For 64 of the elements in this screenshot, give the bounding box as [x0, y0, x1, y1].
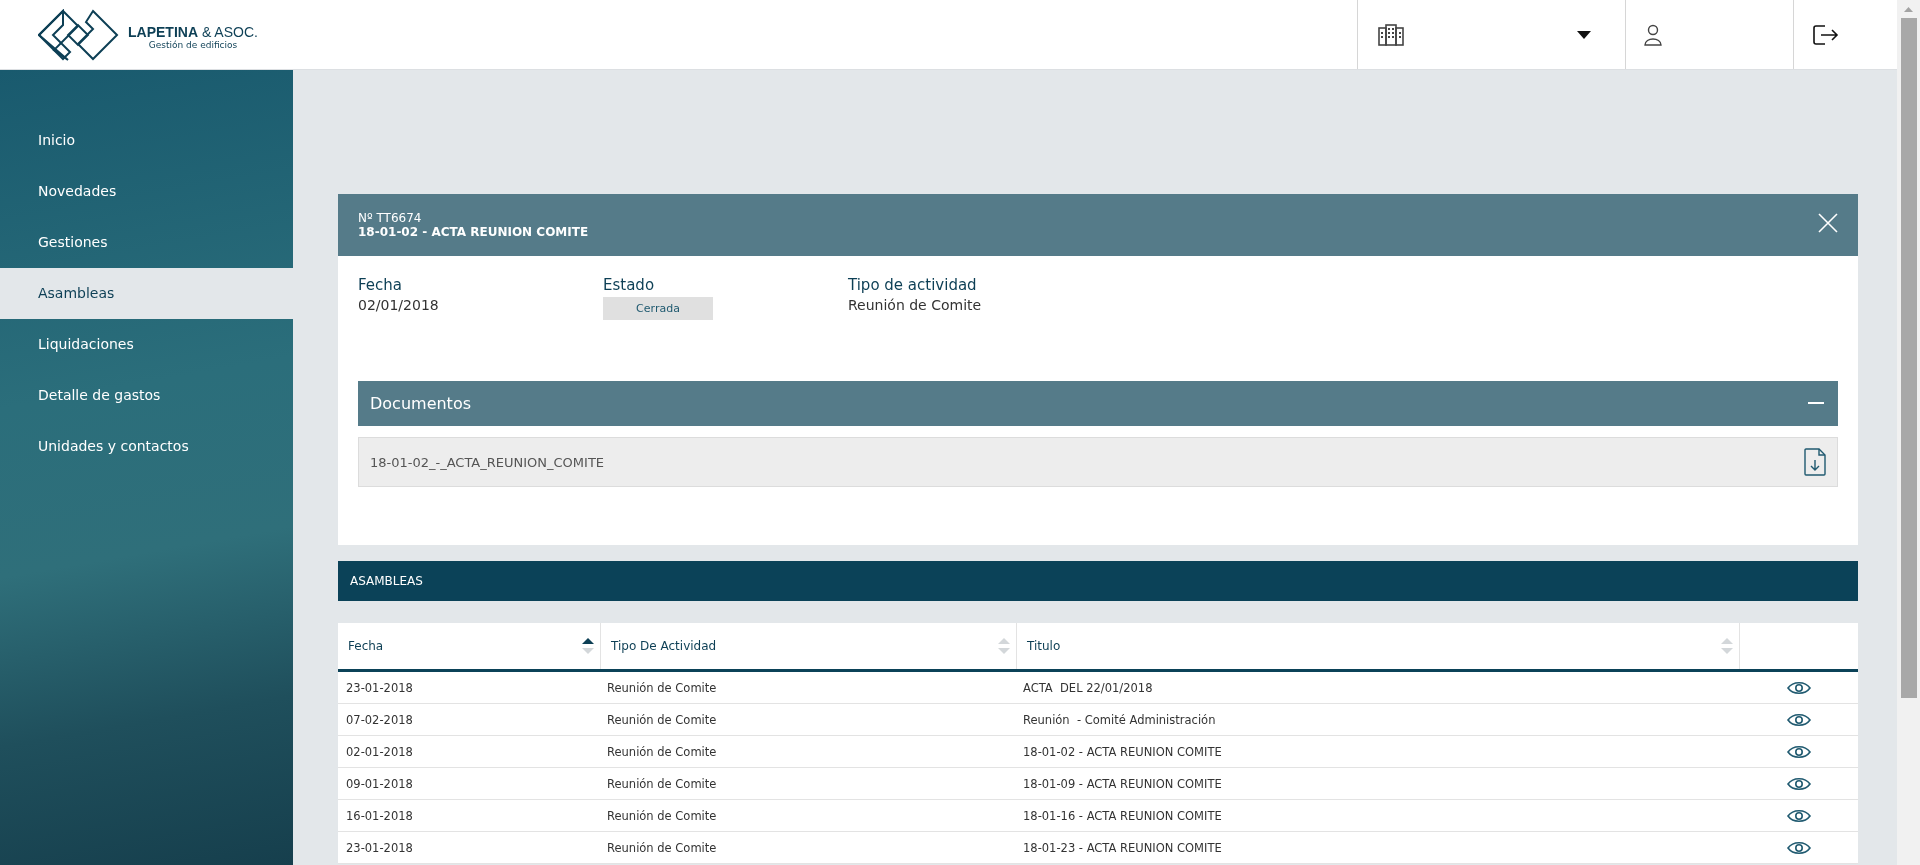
nav-item[interactable]: Novedades	[0, 166, 293, 217]
view-button[interactable]	[1787, 776, 1811, 791]
field-label: Tipo de actividad	[848, 276, 977, 294]
scroll-up-icon	[1904, 7, 1913, 12]
table-cell: Reunión de Comite	[607, 840, 717, 855]
field-label: Estado	[603, 276, 655, 294]
nav-item[interactable]: Detalle de gastos	[0, 370, 293, 421]
status-badge: Cerrada	[603, 297, 713, 320]
scrollbar[interactable]	[1897, 0, 1920, 865]
view-button[interactable]	[1787, 744, 1811, 759]
table-cell: Reunión - Comité Administración	[1023, 712, 1216, 727]
column-header[interactable]: Fecha	[338, 623, 601, 669]
nav-item[interactable]: Inicio	[0, 115, 293, 166]
building-icon	[1378, 23, 1404, 46]
table-cell: Reunión de Comite	[607, 680, 717, 695]
table-cell: Reunión de Comite	[607, 712, 717, 727]
close-icon	[1818, 213, 1838, 233]
table-cell: 18-01-16 - ACTA REUNION COMITE	[1023, 808, 1222, 823]
record-number: Nº TT6674	[358, 211, 423, 225]
section-title: ASAMBLEAS	[350, 574, 423, 588]
eye-icon	[1787, 776, 1811, 791]
field-label: Fecha	[358, 276, 402, 294]
download-button[interactable]	[1804, 448, 1826, 476]
view-button[interactable]	[1787, 808, 1811, 823]
table-cell: 18-01-09 - ACTA REUNION COMITE	[1023, 776, 1222, 791]
eye-icon	[1787, 712, 1811, 727]
company-name: LAPETINA & ASOC.	[128, 23, 258, 40]
document-name: 18-01-02_-_ACTA_REUNION_COMITE	[370, 454, 605, 470]
nav-item[interactable]: Liquidaciones	[0, 319, 293, 370]
eye-icon	[1787, 808, 1811, 823]
table-cell: ACTA DEL 22/01/2018	[1023, 680, 1153, 695]
eye-icon	[1787, 680, 1811, 695]
logout-icon	[1813, 23, 1839, 46]
table-cell: 07-02-2018	[346, 712, 413, 727]
view-button[interactable]	[1787, 840, 1811, 855]
view-button[interactable]	[1787, 680, 1811, 695]
nav-item[interactable]: Gestiones	[0, 217, 293, 268]
table-cell: Reunión de Comite	[607, 744, 717, 759]
user-icon	[1644, 23, 1662, 46]
table-cell: 18-01-02 - ACTA REUNION COMITE	[1023, 744, 1222, 759]
table-cell: Reunión de Comite	[607, 776, 717, 791]
documents-title: Documentos	[370, 394, 471, 413]
nav-item[interactable]: Asambleas	[0, 268, 293, 319]
caret-icon	[1577, 30, 1591, 39]
table-cell: 23-01-2018	[346, 680, 413, 695]
record-title: 18-01-02 - ACTA REUNION COMITE	[358, 225, 589, 239]
table-cell: Reunión de Comite	[607, 808, 717, 823]
nav-item[interactable]: Unidades y contactos	[0, 421, 293, 472]
scrollbar-thumb[interactable]	[1900, 18, 1917, 698]
minus-icon	[1808, 402, 1824, 405]
eye-icon	[1787, 744, 1811, 759]
company-tagline: Gestión de edificios	[148, 39, 238, 50]
column-header[interactable]: Titulo	[1017, 623, 1740, 669]
table-cell: 09-01-2018	[346, 776, 413, 791]
view-button[interactable]	[1787, 712, 1811, 727]
field-value: Reunión de Comite	[848, 297, 982, 313]
table-cell: 02-01-2018	[346, 744, 413, 759]
column-header[interactable]: Tipo De Actividad	[601, 623, 1017, 669]
table-cell: 23-01-2018	[346, 840, 413, 855]
file-download-icon	[1804, 448, 1826, 476]
table-cell: 16-01-2018	[346, 808, 413, 823]
table-cell: 18-01-23 - ACTA REUNION COMITE	[1023, 840, 1222, 855]
eye-icon	[1787, 840, 1811, 855]
field-value: 02/01/2018	[358, 297, 439, 313]
